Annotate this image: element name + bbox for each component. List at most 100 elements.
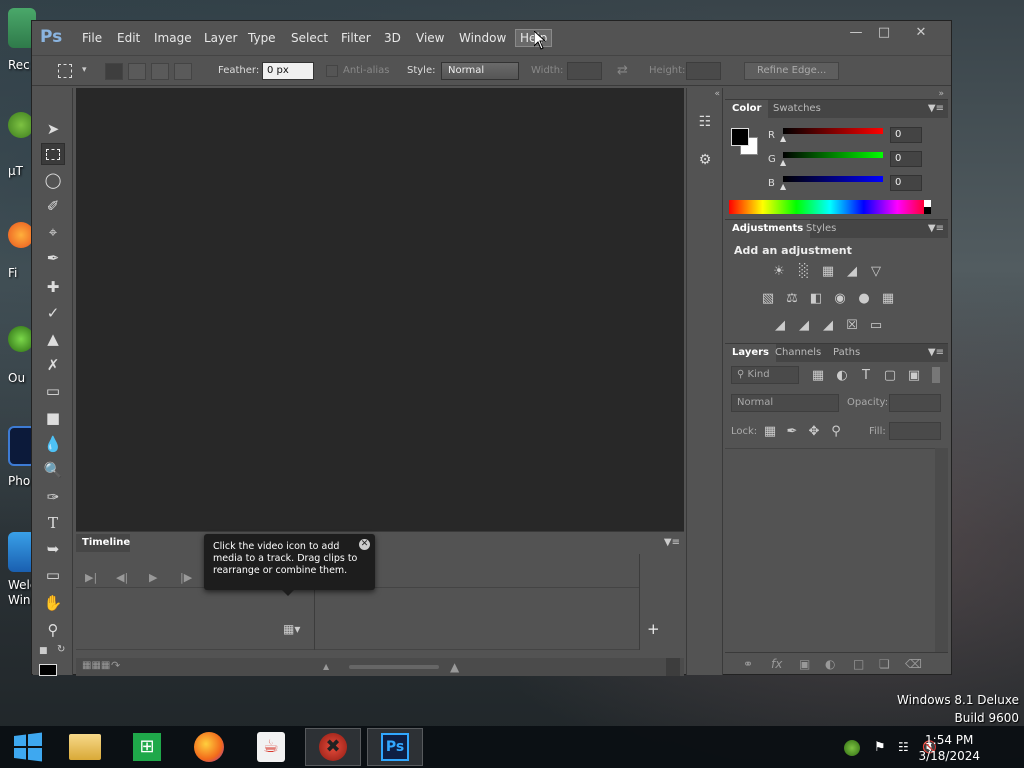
layer-filter-toggle[interactable] (932, 367, 940, 383)
brush-tool-icon[interactable]: ✓ (41, 302, 65, 324)
default-colors-icon[interactable]: ■ (39, 646, 48, 656)
rectangle-tool-icon[interactable]: ▭ (41, 564, 65, 586)
photo-filter-icon[interactable]: ◉ (831, 291, 849, 307)
timeline-scrollbar[interactable] (666, 658, 680, 676)
b-slider[interactable] (783, 176, 883, 182)
java-button[interactable]: ☕ (243, 728, 299, 766)
tab-adjustments[interactable]: Adjustments (725, 220, 811, 238)
g-slider-handle[interactable]: ▲ (780, 158, 786, 167)
blur-tool-icon[interactable]: 💧 (41, 433, 65, 455)
clone-stamp-tool-icon[interactable]: ▲ (41, 328, 65, 350)
fill-input[interactable] (889, 422, 941, 440)
go-to-first-frame-icon[interactable]: ▶| (85, 571, 97, 584)
blend-mode-select[interactable]: Normal (731, 394, 839, 412)
tab-channels[interactable]: Channels (768, 344, 828, 362)
hue-saturation-icon[interactable]: ▧ (759, 291, 777, 307)
menu-3d[interactable]: 3D (384, 31, 401, 45)
previous-frame-icon[interactable]: ◀| (116, 571, 128, 584)
menu-window[interactable]: Window (459, 31, 506, 45)
tab-paths[interactable]: Paths (826, 344, 867, 362)
maximize-button[interactable]: □ (872, 25, 896, 43)
history-brush-tool-icon[interactable]: ✗ (41, 354, 65, 376)
history-panel-icon[interactable]: ☷ (693, 110, 717, 134)
swap-dimensions-icon[interactable]: ⇄ (617, 63, 628, 78)
preset-dropdown-icon[interactable]: ▾ (82, 65, 87, 75)
r-slider-handle[interactable]: ▲ (780, 134, 786, 143)
link-layers-icon[interactable]: ⚭ (743, 657, 753, 671)
lock-image-pixels-icon[interactable]: ✒ (783, 424, 801, 440)
filter-pixel-layers-icon[interactable]: ▦ (809, 368, 827, 384)
channel-mixer-icon[interactable]: ● (855, 291, 873, 307)
new-adjustment-layer-icon[interactable]: ◐ (825, 657, 835, 671)
b-slider-handle[interactable]: ▲ (780, 182, 786, 191)
invert-icon[interactable]: ◢ (771, 318, 789, 334)
rectangular-marquee-tool-icon[interactable] (41, 143, 65, 165)
style-select[interactable]: Normal (441, 62, 519, 80)
layers-panel-menu-icon[interactable]: ▼≡ (928, 347, 944, 358)
timeline-track-area[interactable] (76, 588, 639, 650)
file-explorer-button[interactable] (57, 728, 113, 766)
path-selection-tool-icon[interactable]: ➥ (41, 538, 65, 560)
timeline-zoom-slider[interactable] (349, 665, 439, 669)
menu-view[interactable]: View (416, 31, 444, 45)
layers-list[interactable] (725, 448, 935, 651)
g-slider[interactable] (783, 152, 883, 158)
new-layer-icon[interactable]: ❏ (879, 657, 890, 671)
color-lookup-icon[interactable]: ▦ (879, 291, 897, 307)
marquee-tool-preset-icon[interactable] (58, 64, 72, 78)
healing-brush-tool-icon[interactable]: ✚ (41, 276, 65, 298)
posterize-icon[interactable]: ◢ (795, 318, 813, 334)
refine-edge-button[interactable]: Refine Edge... (744, 62, 840, 80)
filter-smart-objects-icon[interactable]: ▣ (905, 368, 923, 384)
document-canvas-area[interactable] (76, 88, 684, 531)
feather-input[interactable]: 0 px (262, 62, 314, 80)
action-center-flag-icon[interactable]: ⚑ (874, 740, 890, 756)
eyedropper-tool-icon[interactable]: ✒ (41, 247, 65, 269)
subtract-from-selection-icon[interactable] (151, 63, 169, 80)
zoom-tool-icon[interactable]: ⚲ (41, 619, 65, 641)
exposure-icon[interactable]: ◢ (843, 264, 861, 280)
add-layer-style-icon[interactable]: fx (771, 657, 782, 671)
menu-edit[interactable]: Edit (117, 31, 140, 45)
curves-icon[interactable]: ▦ (819, 264, 837, 280)
levels-icon[interactable]: ░ (795, 264, 813, 280)
spectrum-white-chip[interactable] (924, 200, 931, 207)
color-panel-menu-icon[interactable]: ▼≡ (928, 103, 944, 114)
color-spectrum-ramp[interactable] (729, 200, 931, 214)
timeline-panel-menu-icon[interactable]: ▼≡ (664, 537, 680, 548)
tooltip-close-icon[interactable]: ✕ (359, 539, 370, 550)
render-video-icon[interactable]: ↷ (111, 659, 120, 672)
tab-styles[interactable]: Styles (799, 220, 843, 238)
convert-frame-animation-icon[interactable]: ▦▦▦ (82, 660, 110, 671)
layer-filter-kind-select[interactable]: ⚲ Kind (731, 366, 799, 384)
pen-tool-icon[interactable]: ✑ (41, 486, 65, 508)
brightness-contrast-icon[interactable]: ☀ (770, 264, 788, 280)
eraser-tool-icon[interactable]: ▭ (41, 380, 65, 402)
antialias-checkbox[interactable] (326, 65, 338, 77)
delete-layer-icon[interactable]: ⌫ (905, 657, 922, 671)
lasso-tool-icon[interactable]: ◯ (41, 169, 65, 191)
start-button[interactable] (0, 728, 56, 766)
vibrance-icon[interactable]: ▽ (867, 264, 885, 280)
hand-tool-icon[interactable]: ✋ (41, 592, 65, 614)
width-input[interactable] (567, 62, 602, 80)
menu-image[interactable]: Image (154, 31, 192, 45)
tab-swatches[interactable]: Swatches (766, 100, 828, 118)
opacity-input[interactable] (889, 394, 941, 412)
black-white-icon[interactable]: ◧ (807, 291, 825, 307)
swap-colors-icon[interactable]: ↻ (57, 644, 65, 655)
spectrum-black-chip[interactable] (924, 207, 931, 214)
zoom-out-timeline-icon[interactable]: ▲ (323, 662, 329, 671)
minimize-button[interactable]: — (844, 25, 868, 43)
new-group-icon[interactable]: □ (853, 657, 864, 671)
foreground-color-chip[interactable] (731, 128, 749, 146)
add-media-icon[interactable]: ▦▾ (283, 622, 300, 636)
collapse-dock-icon[interactable]: « (714, 89, 720, 99)
filter-shape-layers-icon[interactable]: ▢ (881, 368, 899, 384)
add-to-selection-icon[interactable] (128, 63, 146, 80)
type-tool-icon[interactable]: T (41, 512, 65, 534)
store-button[interactable]: ⊞ (119, 728, 175, 766)
gradient-map-icon[interactable]: ▭ (867, 318, 885, 334)
adjustments-panel-menu-icon[interactable]: ▼≡ (928, 223, 944, 234)
collapse-panels-icon[interactable]: » (938, 89, 944, 99)
